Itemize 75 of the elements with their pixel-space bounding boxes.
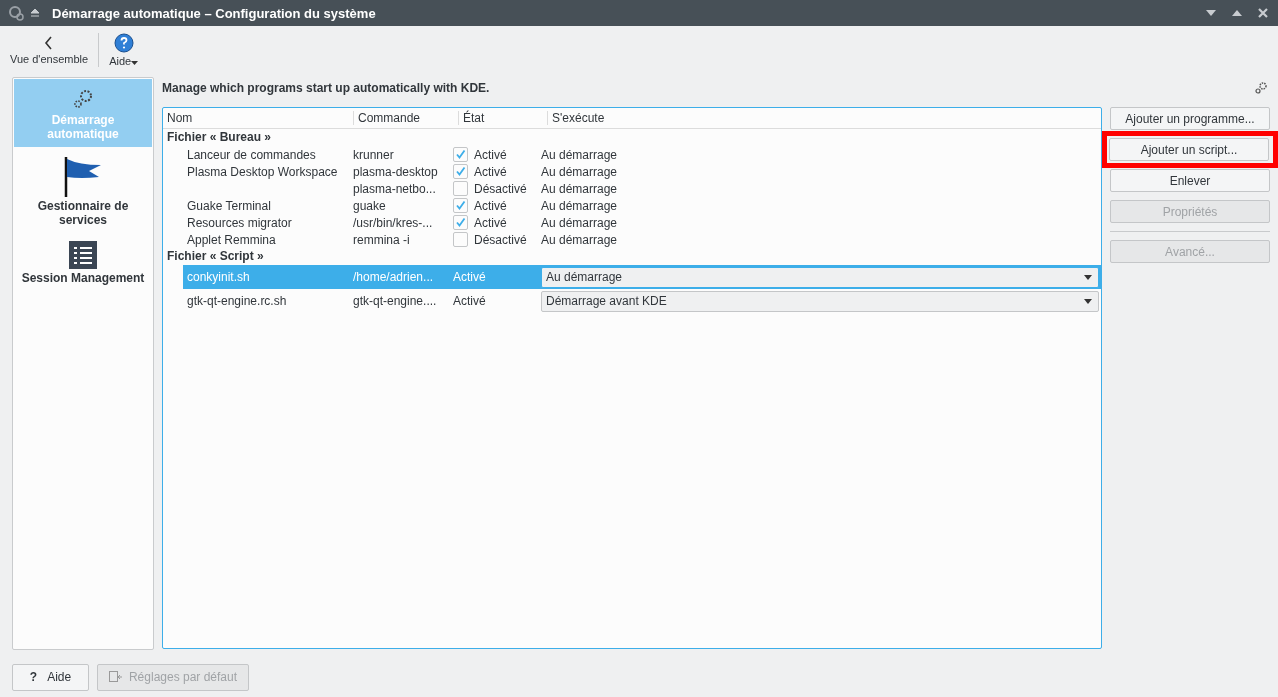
sidebar-item[interactable]: Gestionnaire de services	[14, 147, 152, 233]
action-button[interactable]: Ajouter un script...	[1109, 138, 1269, 161]
flag-icon	[63, 155, 103, 197]
run-text: Au démarrage	[541, 164, 618, 179]
caret-icon	[131, 61, 139, 65]
program-name: Guake Terminal	[187, 198, 271, 213]
run-dropdown[interactable]: Démarrage avant KDE	[541, 290, 1099, 312]
run-text: Au démarrage	[541, 232, 618, 247]
run-dropdown[interactable]: Au démarrage	[541, 266, 1099, 288]
list-row[interactable]: gtk-qt-engine.rc.sh gtk-qt-engine.... Activé Démarrage avant KDE	[183, 289, 1101, 313]
state-text: Activé	[453, 270, 486, 284]
sidebar-item[interactable]: Session Management	[14, 233, 152, 291]
gears-icon	[71, 87, 95, 111]
run-text: Au démarrage	[541, 147, 618, 162]
state-text: Activé	[474, 164, 507, 179]
checkbox[interactable]	[453, 232, 468, 247]
command-text: gtk-qt-engine....	[353, 294, 437, 308]
program-name: Lanceur de commandes	[187, 147, 316, 162]
help-icon	[113, 33, 134, 53]
command-text: /home/adrien...	[353, 270, 434, 284]
list-row[interactable]: Lanceur de commandes krunner Activé Au démarrage	[163, 146, 1101, 163]
run-text: Au démarrage	[541, 181, 618, 196]
group-label: Fichier « Script »	[166, 248, 265, 265]
command-text: krunner	[353, 147, 394, 162]
list-row[interactable]: Plasma Desktop Workspace plasma-desktop Activé Au démarrage	[163, 163, 1101, 180]
run-text: Au démarrage	[541, 215, 618, 230]
checkbox[interactable]	[453, 181, 468, 196]
column-header[interactable]: S'exécute	[547, 111, 1101, 125]
checkbox[interactable]	[453, 215, 468, 230]
footer-button[interactable]: ? Aide	[12, 663, 89, 691]
state-text: Activé	[474, 147, 507, 162]
state-text: Activé	[474, 198, 507, 213]
page-heading: Manage which programs start up automatically with KDE.	[162, 81, 490, 95]
pin-icon[interactable]	[30, 8, 40, 18]
action-button[interactable]: Ajouter un programme...	[1110, 107, 1270, 130]
program-name: gtk-qt-engine.rc.sh	[187, 294, 287, 308]
program-name: Applet Remmina	[187, 232, 276, 247]
state-text: Désactivé	[474, 181, 527, 196]
state-text: Activé	[474, 215, 507, 230]
column-header[interactable]: Nom	[163, 111, 353, 125]
action-button[interactable]: Enlever	[1110, 169, 1270, 192]
caret-icon	[1084, 274, 1092, 280]
command-text: remmina -i	[353, 232, 410, 247]
back-button[interactable]: Vue d'ensemble	[6, 31, 93, 69]
command-text: plasma-netbo...	[353, 181, 436, 196]
list-row[interactable]: conkyinit.sh /home/adrien... Activé Au démarrage	[183, 265, 1101, 289]
group-label: Fichier « Bureau »	[166, 129, 273, 146]
minimize-icon[interactable]	[1206, 10, 1216, 16]
state-text: Désactivé	[474, 232, 527, 247]
column-header[interactable]: État	[458, 111, 547, 125]
run-text: Au démarrage	[541, 198, 618, 213]
gear-icon	[8, 5, 24, 21]
list-row[interactable]: Resources migrator /usr/bin/kres-... Activé Au démarrage	[163, 214, 1101, 231]
caret-icon	[1084, 298, 1092, 304]
list-row[interactable]: plasma-netbo... Désactivé Au démarrage	[163, 180, 1101, 197]
help-menu-button[interactable]: Aide	[105, 29, 143, 71]
settings-icon[interactable]	[1254, 81, 1268, 95]
command-text: guake	[353, 198, 386, 213]
program-name: Resources migrator	[187, 215, 292, 230]
state-text: Activé	[453, 294, 486, 308]
list-row[interactable]: Applet Remmina remmina -i Désactivé Au démarrage	[163, 231, 1101, 248]
reset-icon	[108, 671, 123, 683]
command-text: plasma-desktop	[353, 164, 438, 179]
close-icon[interactable]	[1258, 8, 1268, 18]
list-row[interactable]: Guake Terminal guake Activé Au démarrage	[163, 197, 1101, 214]
column-header[interactable]: Commande	[353, 111, 458, 125]
window-title: Démarrage automatique – Configuration du système	[52, 5, 376, 21]
list-icon	[69, 241, 97, 269]
program-name: Plasma Desktop Workspace	[187, 164, 338, 179]
maximize-icon[interactable]	[1232, 10, 1242, 16]
command-text: /usr/bin/kres-...	[353, 215, 433, 230]
checkbox[interactable]	[453, 147, 468, 162]
program-name: conkyinit.sh	[187, 270, 250, 284]
checkbox[interactable]	[453, 198, 468, 213]
checkbox[interactable]	[453, 164, 468, 179]
